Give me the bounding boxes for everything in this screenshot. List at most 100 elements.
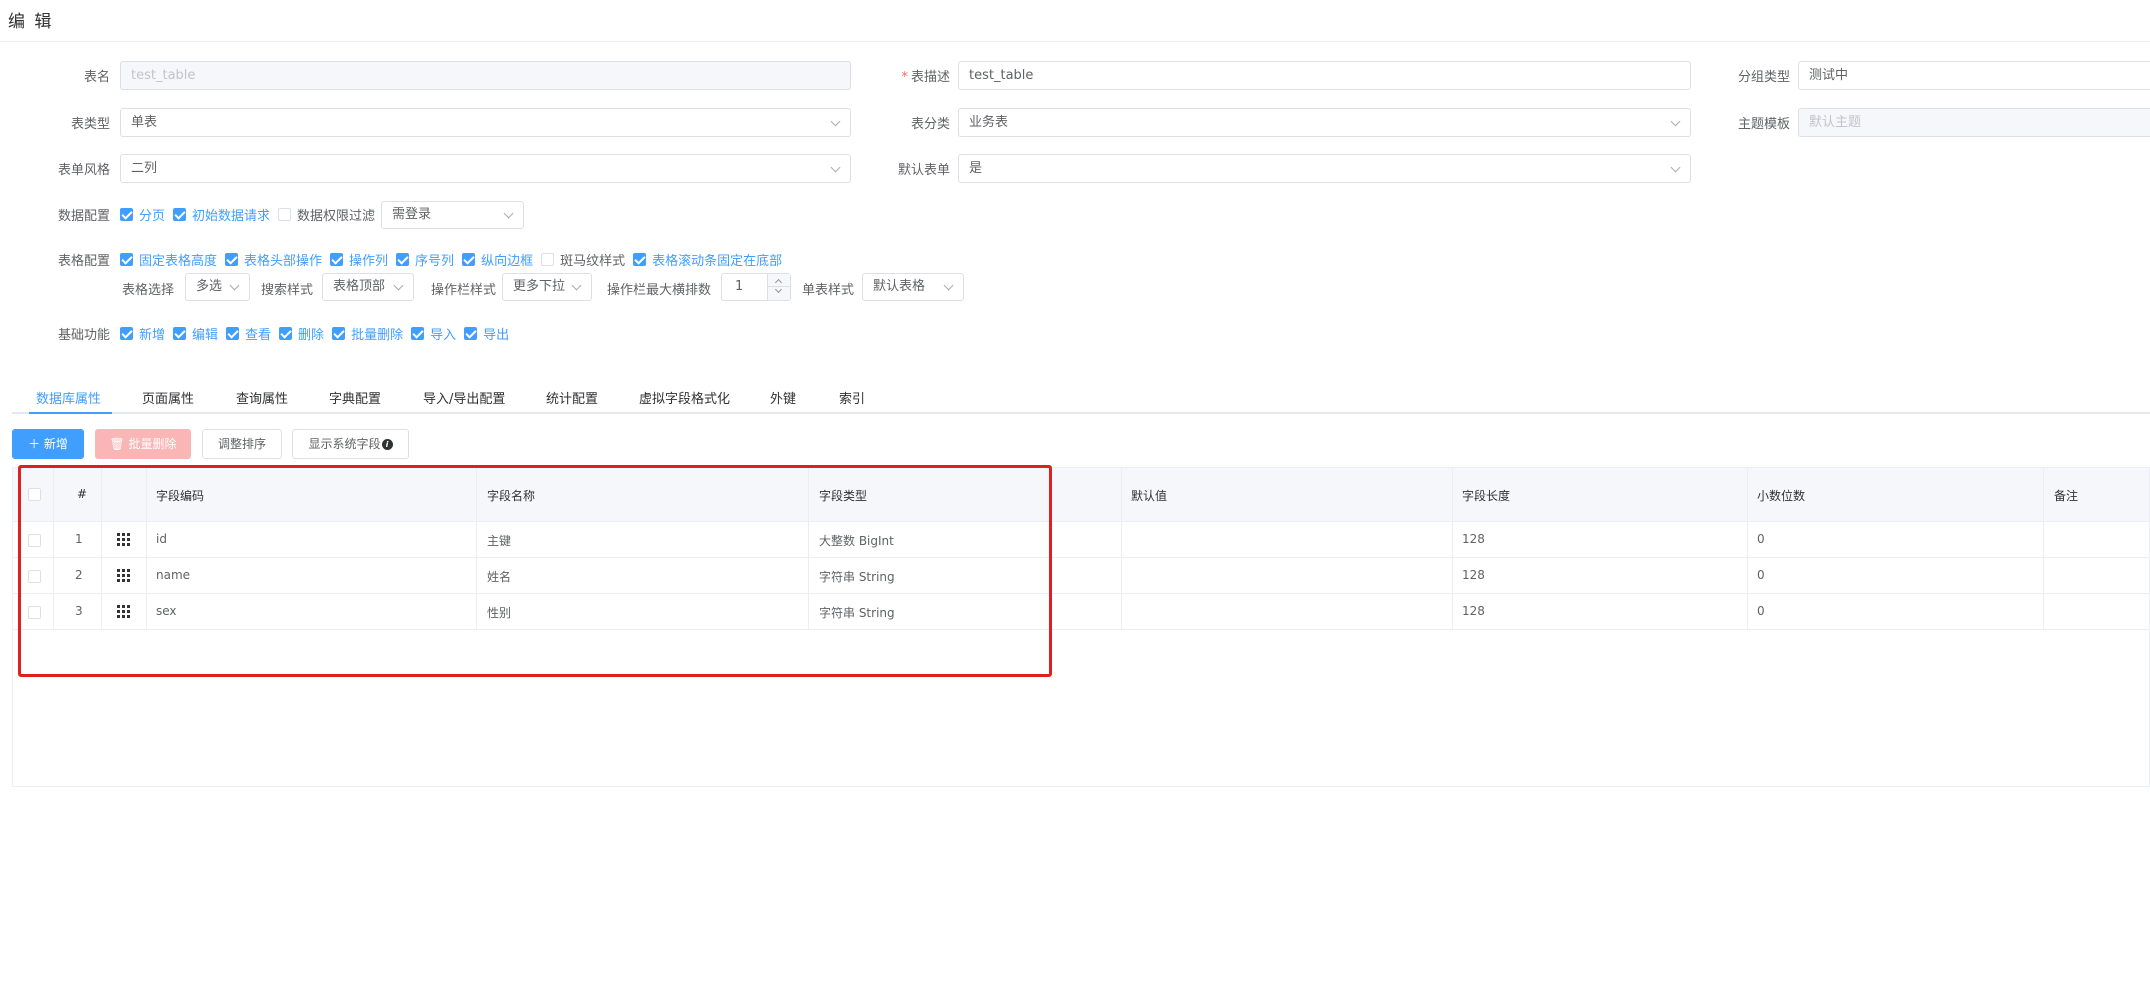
checkbox-label: 表格头部操作 [244,253,323,269]
tab-db-properties[interactable]: 数据库属性 [36,388,101,407]
checkbox-label: 固定表格高度 [139,253,218,269]
table-desc-input[interactable]: test_table [958,61,1691,90]
table-type-label: 表类型 [70,117,110,132]
group-type-label: 分组类型 [1737,70,1790,85]
action-max-stepper[interactable]: 1 [721,273,791,301]
reorder-button[interactable]: 调整排序 [202,429,282,459]
single-style-label: 单表样式 [801,283,854,298]
chevron-down-icon [571,280,582,291]
trash-icon: 🗑 [109,437,125,451]
checkbox-header-actions[interactable]: 表格头部操作 [225,250,322,269]
default-form-select[interactable]: 是 [958,154,1691,183]
single-style-select[interactable]: 默认表格 [862,273,964,301]
checkbox-label: 表格滚动条固定在底部 [652,253,783,269]
checkbox-batch-delete[interactable]: 批量删除 [332,324,403,343]
tab-stats-config[interactable]: 统计配置 [546,388,598,407]
checkbox-data-permission[interactable]: 数据权限过滤 [278,205,375,224]
action-max-value: 1 [735,279,744,294]
basic-funcs-group: 新增 编辑 查看 删除 批量删除 导入 导出 [120,323,517,343]
table-desc-label: * 表描述 [901,70,950,85]
form-style-select[interactable]: 二列 [120,154,851,183]
checkbox-add[interactable]: 新增 [120,324,165,343]
table-category-select[interactable]: 业务表 [958,108,1691,137]
table-type-value: 单表 [131,115,158,130]
default-form-label: 默认表单 [897,163,950,178]
table-select-select[interactable]: 多选 [185,273,250,301]
group-type-input[interactable]: 测试中 [1798,61,2150,90]
checkbox-box [332,326,346,340]
checkbox-action-column[interactable]: 操作列 [330,250,388,269]
row-decimals: 0 [1757,568,1765,582]
checkbox-initial-request[interactable]: 初始数据请求 [173,205,270,224]
add-button[interactable]: ＋ 新增 [12,429,84,459]
checkbox-label: 操作列 [349,253,389,269]
checkbox-box [120,207,133,221]
checkbox-index-column[interactable]: 序号列 [396,250,454,269]
tab-query-properties[interactable]: 查询属性 [236,388,288,407]
checkbox-label: 初始数据请求 [192,208,271,224]
checkbox-view[interactable]: 查看 [226,324,271,343]
chevron-down-icon [943,280,954,291]
chevron-down-icon [229,280,240,291]
checkbox-box [226,326,240,340]
stepper-arrows[interactable] [767,274,791,300]
tab-page-properties[interactable]: 页面属性 [142,388,194,407]
login-required-value: 需登录 [392,207,432,222]
add-button-label: 新增 [43,437,68,451]
table-select-value: 多选 [196,279,223,294]
chevron-down-icon [1670,116,1681,127]
table-type-select[interactable]: 单表 [120,108,851,137]
table-category-value: 业务表 [969,115,1009,130]
property-tabs: 数据库属性 页面属性 查询属性 字典配置 导入/导出配置 统计配置 虚拟字段格式… [12,382,2150,414]
chevron-down-icon [830,116,841,127]
checkbox-scrollbar-fixed-bottom[interactable]: 表格滚动条固定在底部 [633,250,782,269]
tab-index[interactable]: 索引 [839,388,865,407]
checkbox-zebra-stripe[interactable]: 斑马纹样式 [541,250,625,269]
batch-delete-label: 批量删除 [128,437,177,451]
row-length: 128 [1462,604,1485,618]
checkbox-box [279,326,293,340]
checkbox-delete[interactable]: 删除 [279,324,324,343]
tab-foreign-key[interactable]: 外键 [770,388,796,407]
table-config-label: 表格配置 [57,254,110,269]
checkbox-box [464,326,478,340]
checkbox-box [173,326,187,340]
checkbox-box [462,252,476,266]
chevron-down-icon[interactable] [774,285,783,294]
theme-template-select[interactable]: 默认主题 [1798,108,2150,137]
tab-dict-config[interactable]: 字典配置 [329,388,381,407]
checkbox-label: 斑马纹样式 [560,253,626,269]
show-system-fields-button[interactable]: 显示系统字段 i [292,429,409,459]
checkbox-fixed-height[interactable]: 固定表格高度 [120,250,217,269]
info-icon: i [381,439,393,450]
checkbox-vertical-border[interactable]: 纵向边框 [462,250,533,269]
checkbox-box [173,207,187,221]
login-required-select[interactable]: 需登录 [381,201,524,229]
checkbox-label: 批量删除 [351,327,404,343]
chevron-down-icon [830,162,841,173]
tab-import-export[interactable]: 导入/导出配置 [423,388,505,407]
col-default: 默认值 [1131,489,1168,503]
checkbox-pagination[interactable]: 分页 [120,205,165,224]
action-style-label: 操作栏样式 [430,283,496,298]
dialog-header: 编 辑 [0,0,2150,42]
chevron-down-icon [393,280,404,291]
active-tab-indicator [29,412,112,414]
table-name-input[interactable]: test_table [120,61,851,90]
checkbox-box [396,252,410,266]
table-select-label: 表格选择 [121,283,174,298]
checkbox-label: 编辑 [192,327,219,343]
action-style-select[interactable]: 更多下拉 [502,273,592,301]
batch-delete-button[interactable]: 🗑 批量删除 [95,429,191,459]
checkbox-box [120,326,133,340]
chevron-down-icon [1670,162,1681,173]
tab-virtual-field[interactable]: 虚拟字段格式化 [639,388,730,407]
checkbox-import[interactable]: 导入 [411,324,456,343]
checkbox-box [541,252,555,266]
row-decimals: 0 [1757,604,1765,618]
checkbox-export[interactable]: 导出 [464,324,509,343]
row-decimals: 0 [1757,532,1765,546]
search-style-select[interactable]: 表格顶部 [322,273,414,301]
checkbox-edit[interactable]: 编辑 [173,324,218,343]
col-decimals: 小数位数 [1757,489,1806,503]
